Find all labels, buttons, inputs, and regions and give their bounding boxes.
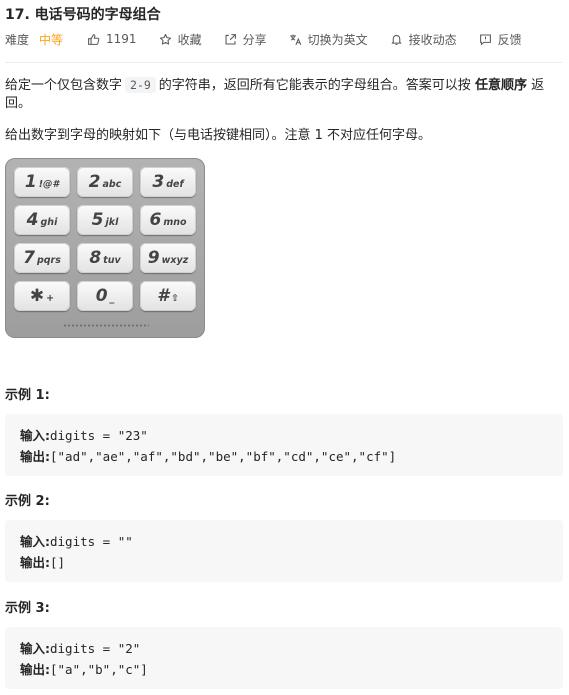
star-icon	[159, 33, 171, 45]
example-2-input: 输入:digits = ""	[20, 531, 133, 550]
key-letters: !@#	[38, 178, 60, 190]
example-3-title: 示例 3:	[5, 601, 50, 616]
desc-text: 的字符串，返回所有它能表示的字母组合。答案可以按	[158, 78, 471, 93]
output-value: ["a","b","c"]	[50, 662, 148, 677]
example-2-title: 示例 2:	[5, 494, 50, 509]
key-digit: 0	[95, 286, 108, 306]
output-label: 输出:	[20, 555, 50, 570]
keypad-key-4: 4 ghi	[14, 205, 70, 235]
output-value: []	[50, 555, 66, 570]
keypad-key-10: ✱ +	[14, 281, 70, 311]
output-label: 输出:	[20, 449, 50, 464]
keypad-key-5: 5 jkl	[77, 205, 133, 235]
favorite-label: 收藏	[177, 32, 202, 47]
desc-text: 给定一个仅包含数字	[5, 78, 123, 93]
input-value: digits = "23"	[50, 428, 148, 443]
key-digit: 8	[89, 248, 102, 268]
key-digit: 7	[23, 248, 35, 268]
switch-language-button[interactable]: 切换为英文	[289, 31, 368, 48]
input-label: 输入:	[20, 534, 50, 549]
key-digit: 5	[91, 210, 104, 230]
key-digit: 6	[149, 210, 162, 230]
keypad-key-2: 2 abc	[77, 167, 133, 197]
switch-language-label: 切换为英文	[307, 32, 368, 47]
key-digit: 1	[24, 172, 37, 192]
key-letters: wxyz	[161, 254, 189, 266]
description-paragraph-2: 给出数字到字母的映射如下（与电话按键相同）。注意 1 不对应任何字母。	[5, 128, 432, 143]
like-count: 1191	[106, 32, 137, 46]
share-button[interactable]: 分享	[224, 31, 267, 48]
key-digit: 2	[88, 172, 101, 192]
key-digit: 9	[147, 248, 160, 268]
key-letters: mno	[163, 216, 187, 228]
example-1-input: 输入:digits = "23"	[20, 425, 148, 444]
keypad-key-6: 6 mno	[140, 205, 196, 235]
key-letters: _	[109, 292, 115, 304]
keypad-key-1: 1 !@#	[14, 167, 70, 197]
example-2-block: 输入:digits = "" 输出:[]	[5, 520, 563, 582]
subscribe-button[interactable]: 接收动态	[390, 31, 457, 48]
key-digit: ✱	[29, 286, 45, 306]
feedback-button[interactable]: 反馈	[479, 31, 522, 48]
key-letters: +	[46, 292, 55, 304]
difficulty-label: 难度	[5, 32, 30, 47]
input-value: digits = ""	[50, 534, 133, 549]
speaker-grill	[63, 324, 149, 327]
subscribe-label: 接收动态	[408, 32, 457, 47]
keypad-key-3: 3 def	[140, 167, 196, 197]
key-digit: #	[157, 286, 169, 306]
difficulty-badge: 中等	[39, 32, 64, 47]
example-3-block: 输入:digits = "2" 输出:["a","b","c"]	[5, 627, 563, 689]
example-1-output: 输出:["ad","ae","af","bd","be","bf","cd","…	[20, 446, 396, 465]
example-1-title: 示例 1:	[5, 388, 50, 403]
keypad-key-12: # ⇧	[140, 281, 196, 311]
key-letters: pqrs	[36, 254, 61, 266]
phone-keypad-image: 1 !@# 2 abc 3 def 4 ghi 5 jkl 6 mno 7 pqrs 8 tuv 9 wxyz ✱ +…	[5, 158, 205, 338]
example-1-block: 输入:digits = "23" 输出:["ad","ae","af","bd"…	[5, 414, 563, 476]
keypad-key-7: 7 pqrs	[14, 243, 70, 273]
feedback-icon	[479, 34, 491, 46]
feedback-label: 反馈	[497, 32, 522, 47]
inline-code: 2-9	[125, 77, 156, 93]
input-value: digits = "2"	[50, 641, 141, 656]
bell-icon	[391, 34, 402, 45]
input-label: 输入:	[20, 428, 50, 443]
key-digit: 3	[152, 172, 165, 192]
key-letters: ⇧	[170, 292, 179, 304]
like-button[interactable]: 1191	[87, 32, 137, 46]
problem-meta-bar: 难度 中等 1191 收藏 分享 切换为英文 接收动态 反馈	[5, 30, 544, 48]
example-2-output: 输出:[]	[20, 552, 65, 571]
keypad-key-11: 0 _	[77, 281, 133, 311]
header-divider	[5, 62, 562, 63]
problem-title: 17. 电话号码的字母组合	[5, 7, 161, 23]
key-letters: jkl	[105, 216, 119, 228]
keypad-key-9: 9 wxyz	[140, 243, 196, 273]
example-3-output: 输出:["a","b","c"]	[20, 659, 148, 678]
key-letters: ghi	[40, 216, 58, 228]
key-letters: def	[166, 178, 184, 190]
bold-text: 任意顺序	[474, 78, 527, 93]
output-label: 输出:	[20, 662, 50, 677]
share-label: 分享	[242, 32, 267, 47]
example-3-input: 输入:digits = "2"	[20, 638, 140, 657]
share-icon	[225, 33, 236, 44]
input-label: 输入:	[20, 641, 50, 656]
keypad-key-8: 8 tuv	[77, 243, 133, 273]
key-digit: 4	[26, 210, 39, 230]
key-letters: abc	[102, 178, 122, 190]
thumbs-up-icon	[88, 33, 100, 45]
key-letters: tuv	[103, 254, 121, 266]
output-value: ["ad","ae","af","bd","be","bf","cd","ce"…	[50, 449, 397, 464]
translate-icon	[289, 34, 301, 45]
description-paragraph-1: 给定一个仅包含数字 2-9 的字符串，返回所有它能表示的字母组合。答案可以按 任意顺…	[5, 76, 560, 113]
favorite-button[interactable]: 收藏	[159, 31, 202, 48]
